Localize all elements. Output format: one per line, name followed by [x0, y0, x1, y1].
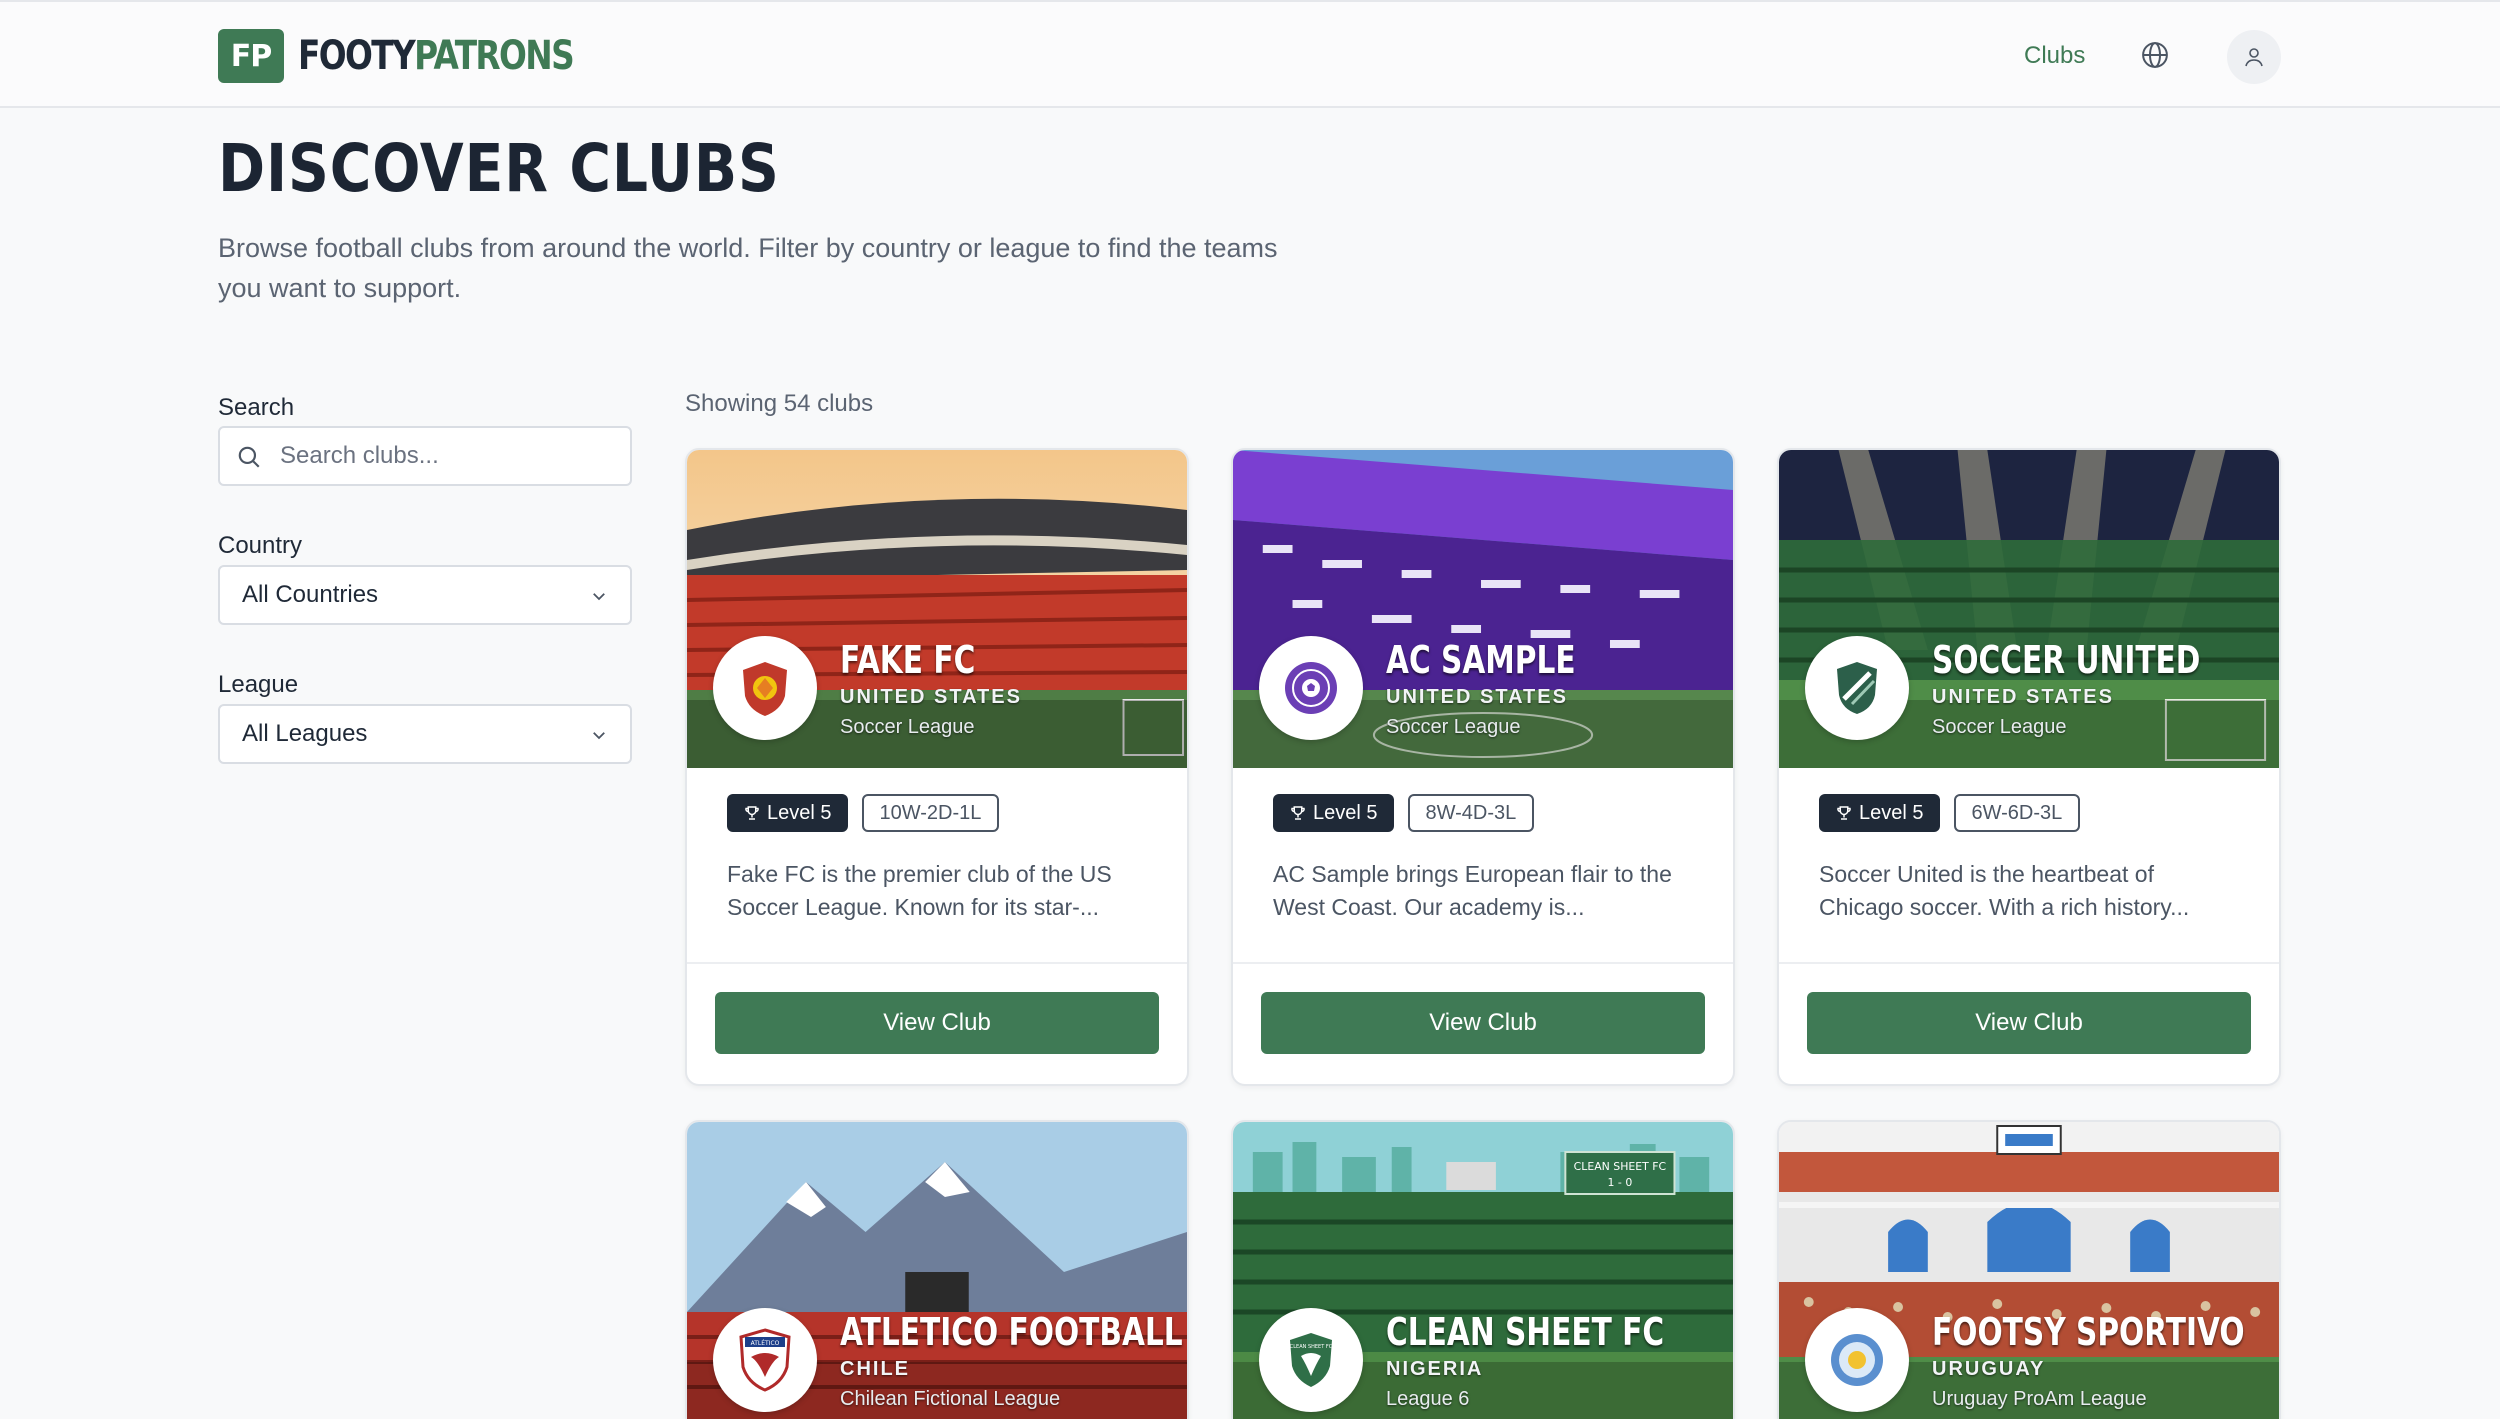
- svg-text:ATLÉTICO: ATLÉTICO: [751, 1339, 780, 1347]
- club-league: Soccer League: [840, 716, 975, 738]
- club-banner: AC SAMPLE UNITED STATES Soccer League: [1233, 450, 1733, 768]
- club-crest: [1805, 1308, 1909, 1412]
- club-country: CHILE: [840, 1358, 910, 1380]
- results-count: Showing 54 clubs: [685, 390, 874, 417]
- club-crest: ATLÉTICO: [713, 1308, 817, 1412]
- ball-crest-icon: [1285, 662, 1337, 714]
- svg-text:CLEAN SHEET FC: CLEAN SHEET FC: [1290, 1344, 1333, 1350]
- club-name: FOOTSY SPORTIVO: [1932, 1310, 2245, 1354]
- club-country: UNITED STATES: [840, 686, 1022, 708]
- record-badge: 6W-6D-3L: [1953, 794, 2081, 832]
- level-badge: Level 5: [727, 794, 848, 832]
- page-subtitle: Browse football clubs from around the wo…: [218, 233, 1278, 303]
- club-card: FOOTSY SPORTIVO URUGUAY Uruguay ProAm Le…: [1777, 1120, 2281, 1419]
- club-card: ATLÉTICO ATLETICO FOOTBALL CHILE Chilean…: [685, 1120, 1189, 1419]
- shield-crest-icon: CLEAN SHEET FC: [1290, 1333, 1333, 1387]
- club-name: SOCCER UNITED: [1932, 638, 2201, 682]
- level-badge: Level 5: [1273, 794, 1394, 832]
- globe-icon[interactable]: [2140, 40, 2170, 70]
- club-crest: [1805, 636, 1909, 740]
- club-banner: SOCCER UNITED UNITED STATES Soccer Leagu…: [1779, 450, 2279, 768]
- club-banner: FAKE FC UNITED STATES Soccer League: [687, 450, 1187, 768]
- top-navbar: FP FOOTYPATRONS Clubs: [0, 0, 2500, 108]
- record-badge: 10W-2D-1L: [861, 794, 1000, 832]
- search-label: Search: [218, 394, 295, 421]
- eagle-crest-icon: ATLÉTICO: [739, 1328, 791, 1392]
- scoreboard-score: 1 - 0: [1608, 1176, 1633, 1189]
- record-badge: 8W-4D-3L: [1407, 794, 1535, 832]
- view-club-button[interactable]: View Club: [1807, 992, 2251, 1054]
- search-input[interactable]: Search clubs...: [218, 426, 632, 486]
- brand-logo[interactable]: FP FOOTYPATRONS: [218, 29, 633, 83]
- level-badge: Level 5: [1819, 794, 1940, 832]
- view-club-button[interactable]: View Club: [1261, 992, 1705, 1054]
- club-name: CLEAN SHEET FC: [1386, 1310, 1665, 1354]
- club-description: Soccer United is the heartbeat of Chicag…: [1819, 861, 2190, 920]
- club-description: Fake FC is the premier club of the US So…: [727, 861, 1112, 920]
- logo-badge: FP: [218, 29, 284, 83]
- club-banner: ATLÉTICO ATLETICO FOOTBALL CHILE Chilean…: [687, 1122, 1187, 1419]
- club-card: FAKE FC UNITED STATES Soccer League Leve…: [685, 448, 1189, 1086]
- trophy-icon: [1837, 806, 1851, 820]
- club-crest: [713, 636, 817, 740]
- country-selected-value: All Countries: [242, 581, 379, 608]
- logo-wordmark: FOOTYPATRONS: [298, 33, 575, 79]
- sun-crest-icon: [1831, 1334, 1883, 1386]
- club-league: Soccer League: [1932, 716, 2067, 738]
- club-crest: [1259, 636, 1363, 740]
- club-league: Soccer League: [1386, 716, 1521, 738]
- user-menu-button[interactable]: [2227, 30, 2281, 84]
- club-country: UNITED STATES: [1386, 686, 1568, 708]
- club-card: AC SAMPLE UNITED STATES Soccer League Le…: [1231, 448, 1735, 1086]
- club-league: League 6: [1386, 1388, 1470, 1410]
- club-name: ATLETICO FOOTBALL: [840, 1310, 1183, 1354]
- club-country: NIGERIA: [1386, 1358, 1484, 1380]
- user-icon: [2245, 48, 2263, 67]
- trophy-icon: [1291, 806, 1305, 820]
- league-selected-value: All Leagues: [242, 720, 368, 747]
- club-league: Uruguay ProAm League: [1932, 1388, 2147, 1410]
- chevron-down-icon: [593, 593, 605, 601]
- league-select[interactable]: All Leagues: [218, 704, 632, 764]
- club-league: Chilean Fictional League: [840, 1388, 1061, 1410]
- club-banner: FOOTSY SPORTIVO URUGUAY Uruguay ProAm Le…: [1779, 1122, 2279, 1419]
- club-card: CLEAN SHEET FC 1 - 0 CLEAN SHEET FC CLEA…: [1231, 1120, 1735, 1419]
- trophy-icon: [745, 806, 759, 820]
- club-country: UNITED STATES: [1932, 686, 2114, 708]
- nav-clubs-link[interactable]: Clubs: [2024, 42, 2085, 70]
- scoreboard-name: CLEAN SHEET FC: [1574, 1160, 1667, 1173]
- search-placeholder: Search clubs...: [280, 442, 439, 469]
- club-banner: CLEAN SHEET FC 1 - 0 CLEAN SHEET FC CLEA…: [1233, 1122, 1733, 1419]
- club-name: AC SAMPLE: [1386, 638, 1576, 682]
- country-select[interactable]: All Countries: [218, 565, 632, 625]
- search-icon: [238, 446, 260, 468]
- club-country: URUGUAY: [1932, 1358, 2046, 1380]
- club-card: SOCCER UNITED UNITED STATES Soccer Leagu…: [1777, 448, 2281, 1086]
- chevron-down-icon: [593, 732, 605, 740]
- country-label: Country: [218, 532, 303, 559]
- club-crest: CLEAN SHEET FC: [1259, 1308, 1363, 1412]
- shield-crest-icon: [743, 662, 787, 716]
- league-label: League: [218, 671, 299, 698]
- page-title: DISCOVER CLUBS: [218, 130, 780, 207]
- club-name: FAKE FC: [840, 638, 976, 682]
- view-club-button[interactable]: View Club: [715, 992, 1159, 1054]
- shield-crest-icon: [1837, 662, 1877, 714]
- club-description: AC Sample brings European flair to the W…: [1273, 861, 1672, 920]
